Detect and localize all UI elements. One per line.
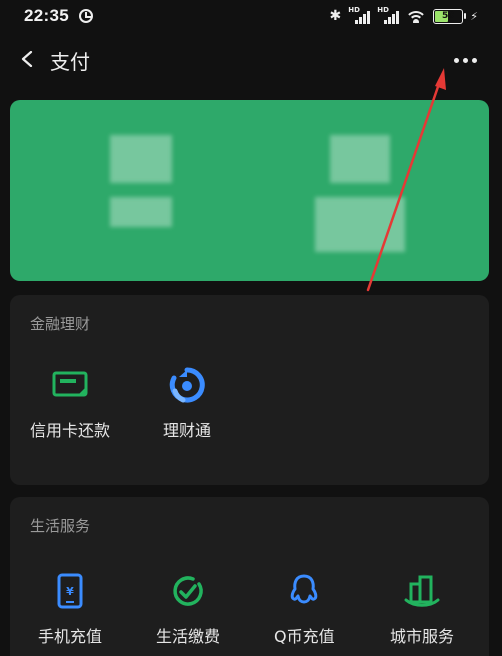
credit-card-icon: [50, 365, 90, 405]
svg-text:¥: ¥: [66, 585, 74, 598]
credit-card-repayment-tile[interactable]: 信用卡还款: [30, 365, 110, 441]
finance-section: 金融理财 信用卡还款 理财通: [10, 295, 489, 485]
tile-label: 城市服务: [390, 627, 455, 646]
qq-coin-recharge-tile[interactable]: Q币充值: [274, 571, 335, 647]
redacted-balance: [110, 135, 172, 183]
signal-icon: HD: [377, 6, 400, 24]
tile-label: 手机充值: [38, 627, 103, 646]
tile-label: Q币充值: [274, 627, 335, 646]
redacted-balance: [315, 197, 405, 252]
more-options-icon[interactable]: [450, 51, 480, 69]
bluetooth-icon: ✱: [329, 8, 342, 24]
wifi-icon: [406, 9, 427, 23]
tile-label: 信用卡还款: [30, 421, 111, 440]
charging-icon: ⚡: [470, 9, 478, 23]
bill-payment-tile[interactable]: 生活缴费: [156, 571, 220, 647]
alarm-icon: [78, 9, 93, 23]
nav-bar: 支付: [0, 36, 502, 86]
city-services-tile[interactable]: 城市服务: [390, 571, 454, 647]
status-time: 22:35: [24, 6, 69, 25]
back-icon[interactable]: [20, 51, 36, 67]
section-title: 生活服务: [30, 517, 91, 535]
status-bar: 22:35 ✱ HD HD 50 ⚡: [0, 0, 502, 32]
wealth-icon: [167, 365, 207, 405]
section-title: 金融理财: [30, 315, 91, 333]
wealth-management-tile[interactable]: 理财通: [163, 365, 211, 441]
page-title: 支付: [50, 50, 90, 74]
city-service-icon: [402, 571, 442, 611]
battery-icon: 50: [433, 8, 467, 24]
life-services-section: 生活服务 ¥ 手机充值 生活缴费 Q币充值 城市服务: [10, 497, 489, 656]
status-icons: ✱ HD HD 50 ⚡: [329, 6, 478, 24]
redacted-balance: [330, 135, 390, 183]
phone-recharge-tile[interactable]: ¥ 手机充值: [38, 571, 102, 647]
bill-payment-icon: [168, 571, 208, 611]
qq-coin-icon: [284, 571, 324, 611]
phone-recharge-icon: ¥: [50, 571, 90, 611]
tile-label: 生活缴费: [156, 627, 221, 646]
tile-label: 理财通: [163, 421, 212, 440]
signal-icon: HD: [348, 6, 371, 24]
redacted-balance: [110, 197, 172, 227]
battery-percent: 50: [442, 11, 455, 21]
wallet-card[interactable]: [10, 100, 489, 281]
